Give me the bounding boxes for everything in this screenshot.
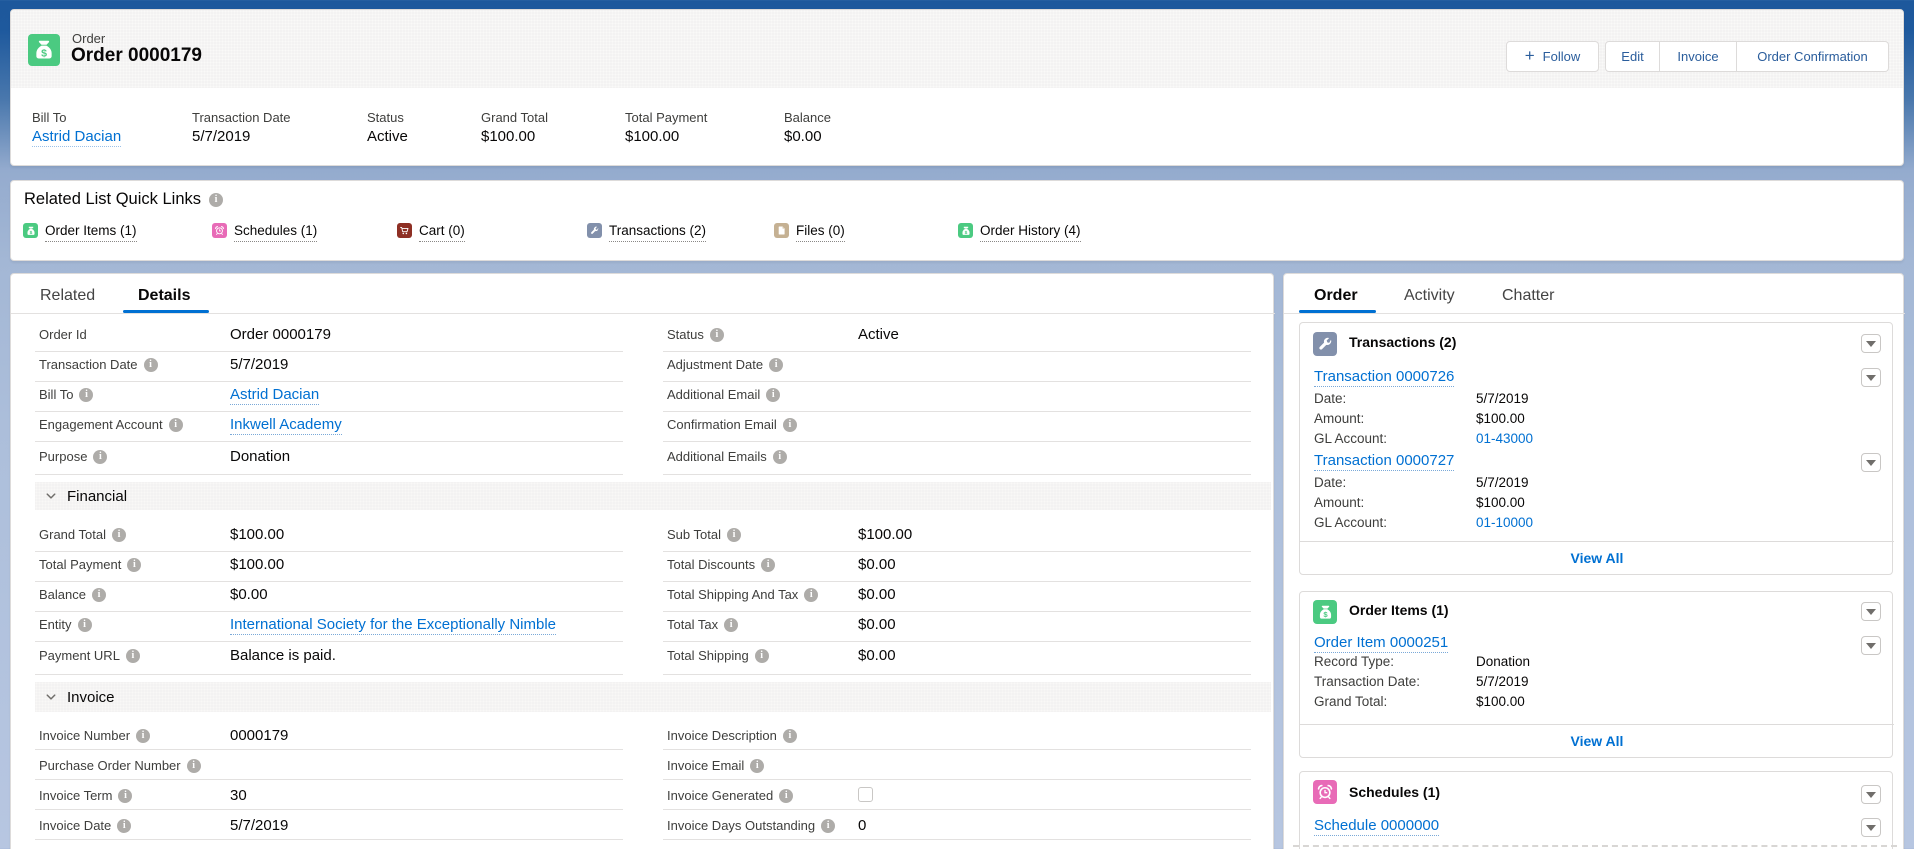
svg-text:$: $ bbox=[964, 229, 967, 235]
svg-text:$: $ bbox=[29, 229, 32, 235]
svg-text:$: $ bbox=[41, 47, 47, 59]
svg-text:$: $ bbox=[1323, 610, 1328, 619]
